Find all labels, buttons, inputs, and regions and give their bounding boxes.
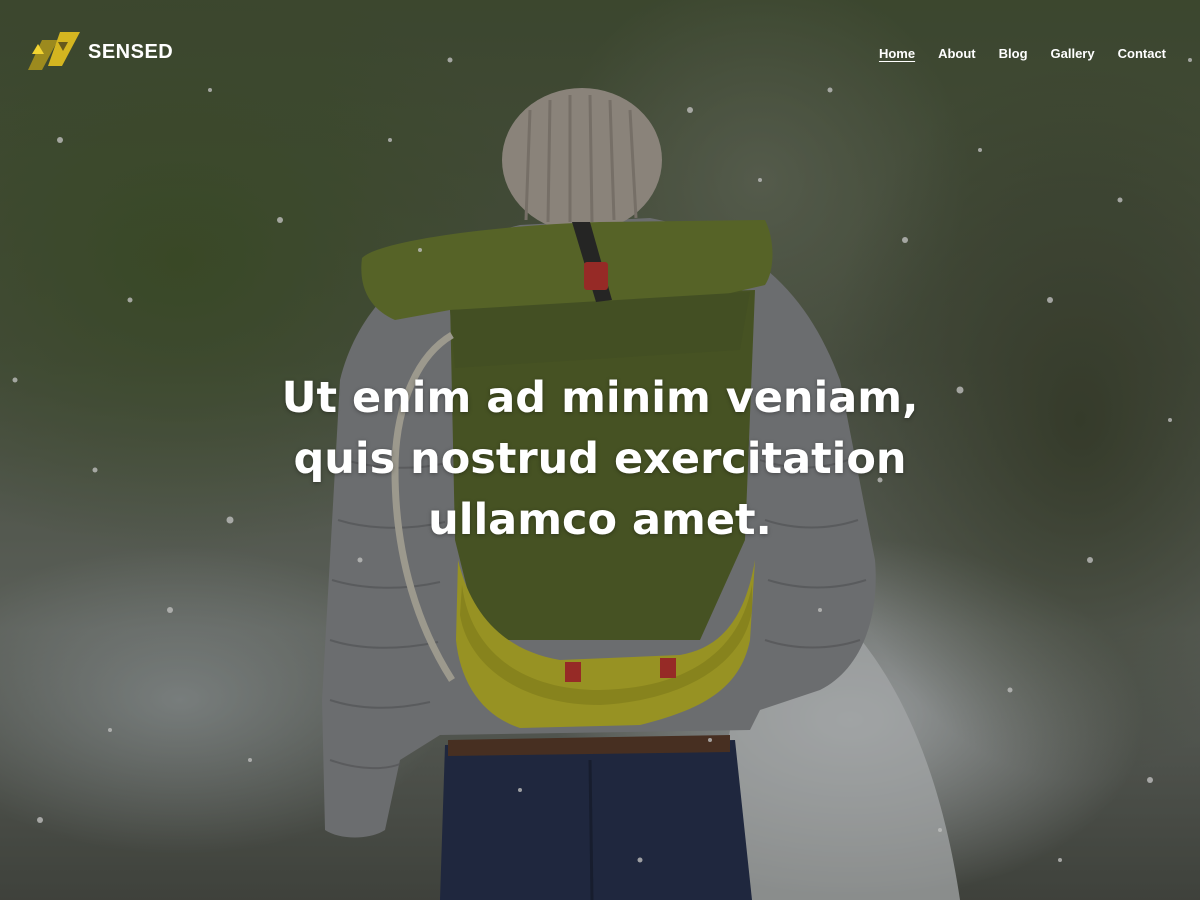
main-nav: Home About Blog Gallery Contact [879, 46, 1166, 61]
hero-section: SENSED Home About Blog Gallery Contact U… [0, 0, 1200, 900]
chevron-mark-icon [28, 32, 80, 70]
brand-name: SENSED [88, 40, 174, 63]
nav-contact[interactable]: Contact [1118, 46, 1166, 61]
brand-logo[interactable]: SENSED [28, 30, 173, 74]
nav-home[interactable]: Home [879, 46, 915, 61]
headline-line: Ut enim ad minim veniam, [281, 373, 919, 423]
nav-about[interactable]: About [938, 46, 976, 61]
nav-gallery[interactable]: Gallery [1051, 46, 1095, 61]
headline-line: quis nostrud exercitation [293, 434, 907, 484]
headline-line: ullamco amet. [428, 495, 772, 545]
nav-blog[interactable]: Blog [999, 46, 1028, 61]
hero-headline: Ut enim ad minim veniam, quis nostrud ex… [150, 368, 1050, 551]
